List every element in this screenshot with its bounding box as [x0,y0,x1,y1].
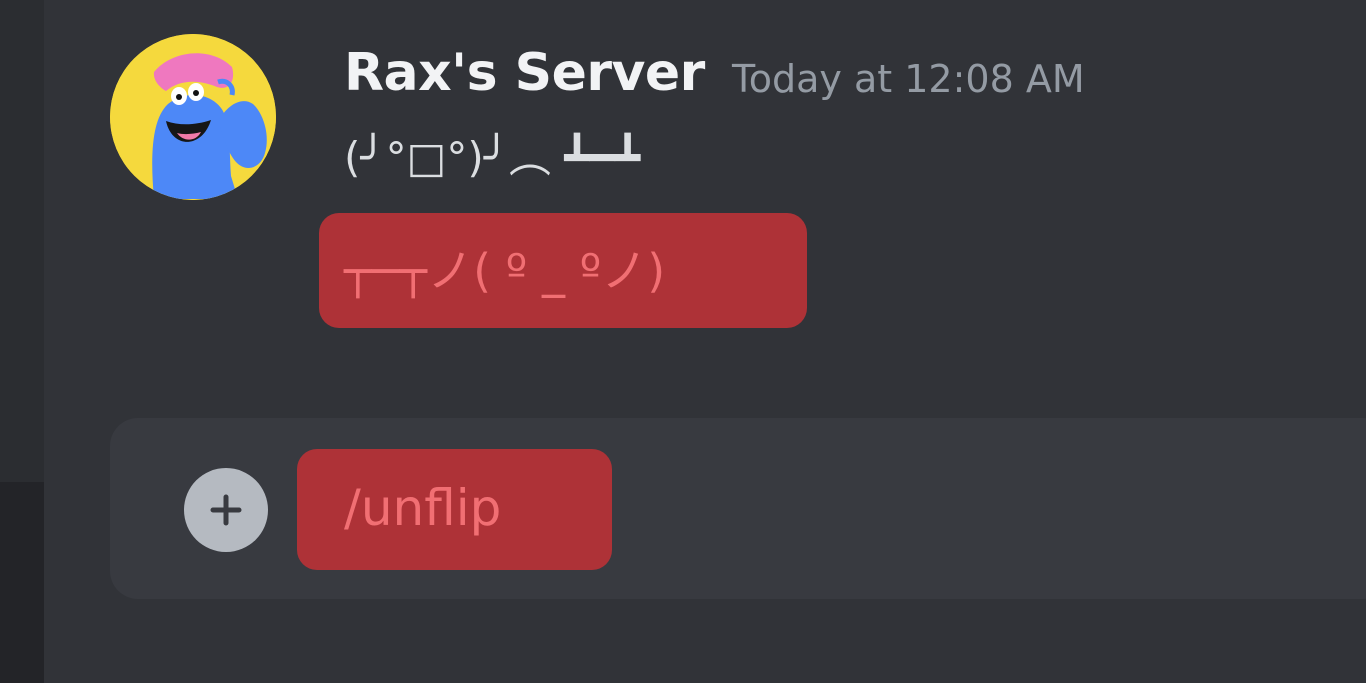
server-avatar[interactable] [110,34,276,200]
slash-command-input[interactable]: /unflip [344,477,501,539]
server-avatar-image [110,34,276,200]
sidebar-lower-panel [0,482,44,683]
plus-icon [210,494,242,526]
tableflip-message: (╯°□°)╯︵ ┻━┻ [344,133,641,182]
highlighted-response-text: ┬─┬ノ( º _ ºノ) [344,244,666,298]
attach-plus-button[interactable] [184,468,268,552]
message-timestamp: Today at 12:08 AM [732,57,1085,101]
message-author[interactable]: Rax's Server [344,40,705,106]
